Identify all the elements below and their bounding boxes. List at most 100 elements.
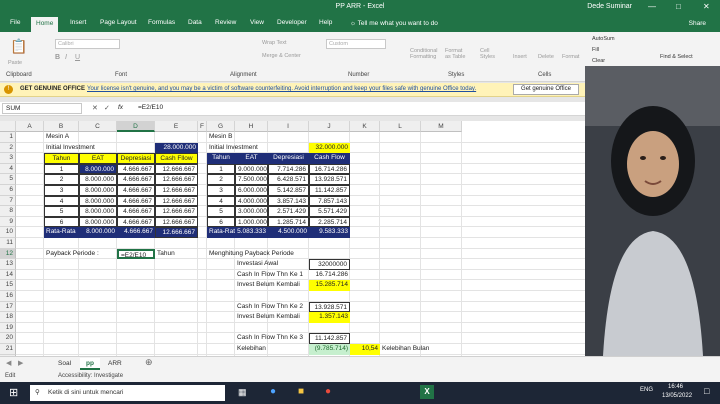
mesin-a-cell[interactable]: 4.666.667 (117, 174, 155, 185)
mesin-a-cell[interactable]: 8.000.000 (79, 206, 117, 217)
autosum-button[interactable]: AutoSum (592, 36, 615, 42)
merge-center-button[interactable]: Merge & Center (262, 53, 301, 59)
mesin-b-cell[interactable]: 2.285.714 (309, 216, 350, 228)
tell-me-search[interactable]: ☼ Tell me what you want to do (350, 20, 438, 27)
user-name[interactable]: Dede Suminar (587, 3, 632, 10)
file-explorer-icon[interactable]: ■ (298, 386, 304, 397)
mesin-a-header-1[interactable]: EAT (79, 153, 117, 164)
mesin-b-header-3[interactable]: Cash Flow (309, 153, 350, 164)
mesin-b-cell[interactable]: 11.142.857 (309, 185, 350, 196)
mesin-a-title[interactable]: Mesin A (44, 132, 117, 143)
mesin-a-header-2[interactable]: Depresiasi (117, 153, 155, 164)
formula-input[interactable]: =E2/E10 (138, 104, 163, 111)
conditional-formatting-button[interactable]: Conditional Formatting (410, 48, 440, 60)
name-box[interactable]: SUM (2, 103, 82, 114)
mesin-b-total-cell[interactable]: 9.583.333 (309, 227, 350, 238)
cancel-icon[interactable]: ✕ (92, 104, 98, 112)
column-header-f[interactable]: F (198, 121, 207, 132)
kelebihan-bulan-label[interactable]: Kelebihan Bulan (380, 344, 462, 355)
minimize-icon[interactable]: — (648, 2, 656, 11)
mesin-a-total-cell[interactable]: 4.666.667 (117, 227, 155, 238)
mesin-b-cell[interactable]: 9.000.000 (235, 163, 268, 175)
row-header-13[interactable]: 13 (0, 259, 16, 270)
calc-value-17[interactable]: 13.928.571 (309, 301, 350, 313)
mesin-b-cell[interactable]: 7.714.286 (268, 163, 309, 175)
row-header-11[interactable]: 11 (0, 238, 16, 249)
mesin-a-cell[interactable]: 2 (44, 174, 79, 185)
mesin-b-cell[interactable]: 3.857.143 (268, 195, 309, 207)
accessibility-status[interactable]: Accessibility: Investigate (58, 370, 123, 382)
mesin-a-cell[interactable]: 4.666.667 (117, 185, 155, 196)
clock-date[interactable]: 13/05/2022 (662, 393, 692, 399)
mesin-b-cell[interactable]: 5 (207, 206, 235, 217)
column-header-i[interactable]: I (268, 121, 309, 132)
sheet-tab-arr[interactable]: ARR (102, 358, 128, 370)
chrome-icon[interactable]: ● (325, 386, 331, 397)
mesin-b-cell[interactable]: 3.000.000 (235, 206, 268, 217)
tab-view[interactable]: View (250, 19, 264, 26)
mesin-b-initial-value[interactable]: 32.000.000 (309, 142, 350, 154)
paste-icon[interactable]: 📋 (10, 38, 27, 55)
mesin-a-cell[interactable]: 8.000.000 (79, 185, 117, 196)
kelebihan-result[interactable]: 10,54 (350, 344, 380, 355)
taskbar-search[interactable]: ⚲ Ketik di sini untuk mencari (30, 385, 225, 401)
row-header-15[interactable]: 15 (0, 280, 16, 291)
number-format-box[interactable]: Custom (326, 39, 386, 49)
prev-sheet-icon[interactable]: ◀ (6, 359, 11, 367)
add-sheet-icon[interactable]: ⊕ (145, 357, 153, 368)
mesin-a-cell[interactable]: 4.666.667 (117, 216, 155, 228)
row-header-3[interactable]: 3 (0, 153, 16, 164)
next-sheet-icon[interactable]: ▶ (18, 359, 23, 367)
mesin-a-cell[interactable]: 3 (44, 185, 79, 196)
paste-button[interactable]: Paste (8, 60, 22, 66)
tab-developer[interactable]: Developer (277, 19, 307, 26)
mesin-b-cell[interactable]: 2.571.429 (268, 206, 309, 217)
select-all-corner[interactable] (0, 121, 16, 132)
format-as-table-button[interactable]: Format as Table (445, 48, 467, 60)
column-header-c[interactable]: C (79, 121, 117, 132)
row-header-5[interactable]: 5 (0, 174, 16, 185)
mesin-b-initial-label[interactable]: Initial Investment (207, 143, 309, 154)
tab-review[interactable]: Review (215, 19, 236, 26)
row-header-16[interactable]: 16 (0, 291, 16, 302)
tab-help[interactable]: Help (319, 19, 332, 26)
mesin-a-cell[interactable]: 12.666.667 (155, 195, 198, 207)
mesin-b-cell[interactable]: 13.928.571 (309, 174, 350, 185)
mesin-a-cell[interactable]: 4 (44, 195, 79, 207)
mesin-b-cell[interactable]: 2 (207, 174, 235, 185)
active-cell-d12[interactable]: =E2/E10 (117, 248, 155, 260)
payback-calc-title[interactable]: Menghitung Payback Periode (207, 249, 350, 260)
mesin-a-total-cell[interactable]: 12.666.667 (155, 227, 198, 238)
column-header-a[interactable]: A (16, 121, 44, 132)
mesin-b-cell[interactable]: 5.571.429 (309, 206, 350, 217)
italic-icon[interactable]: I (65, 54, 67, 61)
row-header-9[interactable]: 9 (0, 216, 16, 228)
mesin-a-initial-value[interactable]: 28.000.000 (155, 142, 198, 154)
bold-icon[interactable]: B (55, 54, 60, 61)
mesin-a-total-cell[interactable]: Rata-Rata (44, 227, 79, 238)
mesin-b-total-cell[interactable]: 4.500.000 (268, 227, 309, 238)
calc-value-13[interactable]: 32000000 (309, 259, 350, 270)
mesin-a-cell[interactable]: 12.666.667 (155, 185, 198, 196)
mesin-b-title[interactable]: Mesin B (207, 132, 268, 143)
notification-icon[interactable]: □ (704, 386, 709, 396)
mesin-a-cell[interactable]: 4.666.667 (117, 163, 155, 175)
column-header-l[interactable]: L (380, 121, 421, 132)
mesin-a-total-cell[interactable]: 8.000.000 (79, 227, 117, 238)
mesin-a-cell[interactable]: 5 (44, 206, 79, 217)
payback-label[interactable]: Payback Periode : (44, 249, 117, 260)
mesin-a-header-3[interactable]: Cash Fllow (155, 153, 198, 164)
tab-page-layout[interactable]: Page Layout (100, 19, 137, 26)
row-header-18[interactable]: 18 (0, 312, 16, 323)
column-header-k[interactable]: K (350, 121, 380, 132)
edge-icon[interactable]: ● (270, 386, 276, 397)
cell-styles-button[interactable]: Cell Styles (480, 48, 500, 60)
row-header-1[interactable]: 1 (0, 132, 16, 143)
tab-home[interactable]: Home (31, 17, 59, 32)
mesin-b-cell[interactable]: 6.428.571 (268, 174, 309, 185)
task-view-icon[interactable]: ▦ (238, 387, 247, 398)
sheet-tab-soal[interactable]: Soal (52, 358, 77, 370)
mesin-b-cell[interactable]: 4 (207, 195, 235, 207)
close-icon[interactable]: ✕ (703, 2, 710, 11)
row-header-12[interactable]: 12 (0, 248, 16, 260)
